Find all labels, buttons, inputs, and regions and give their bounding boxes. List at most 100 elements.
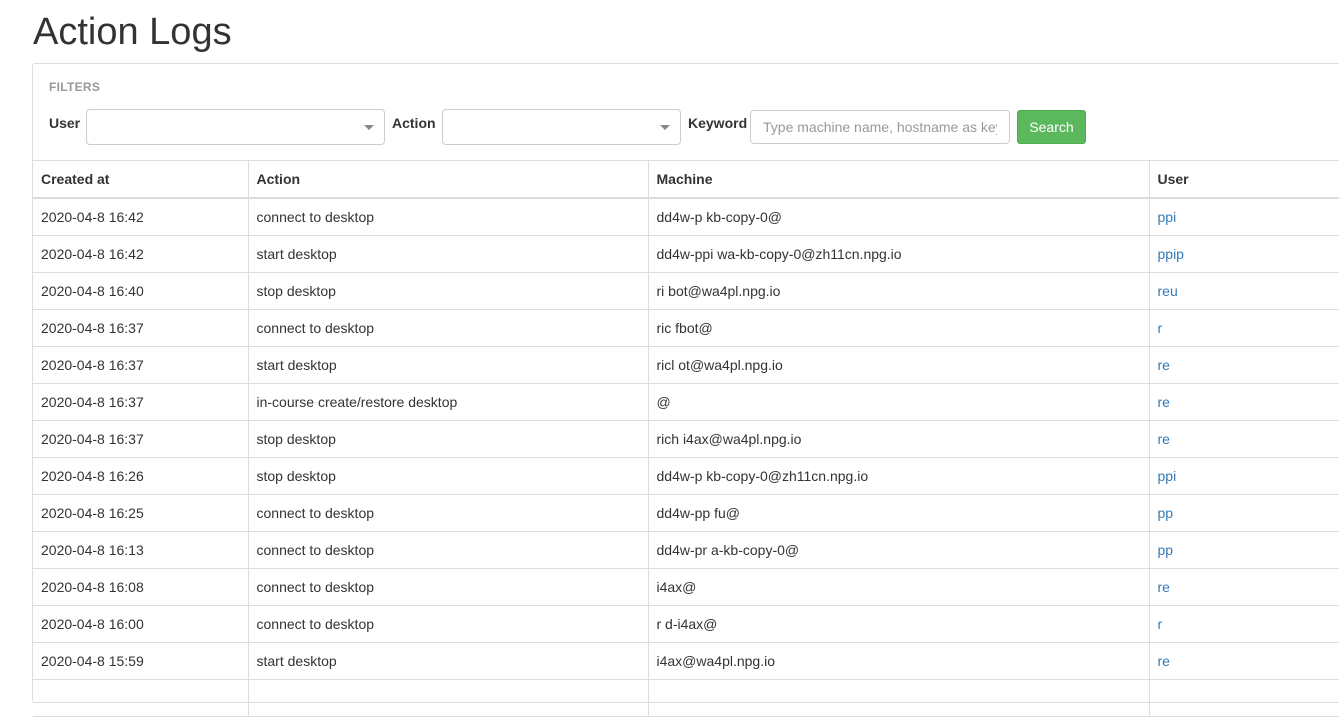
cell-machine: dd4w-p kb-copy-0@zh11cn.npg.io bbox=[647, 457, 1149, 495]
cell-created-at: 2020-04-8 15:59 bbox=[33, 642, 248, 680]
cell-created-at: 2020-04-8 16:08 bbox=[33, 568, 248, 606]
cell-machine: i4ax@wa4pl.npg.io bbox=[647, 642, 1149, 680]
column-header-action: Action bbox=[247, 160, 648, 199]
page-title: Action Logs bbox=[33, 11, 232, 53]
cell-created-at: 2020-04-8 16:00 bbox=[33, 605, 248, 643]
user-link[interactable]: ppip bbox=[1158, 246, 1184, 262]
cell-action: in-course create/restore desktop bbox=[247, 383, 648, 421]
user-filter-label: User bbox=[49, 115, 81, 131]
cell-machine: ric fbot@ bbox=[647, 309, 1149, 347]
cell-action: start desktop bbox=[247, 346, 648, 384]
search-button[interactable]: Search bbox=[1017, 110, 1086, 144]
cell-machine: @ bbox=[647, 383, 1149, 421]
user-link[interactable]: pp bbox=[1158, 505, 1174, 521]
table-header-row: Created at Action Machine User bbox=[33, 160, 1339, 199]
table-row: 2020-04-8 16:37 stop desktop rich i4ax@wa4… bbox=[33, 420, 1339, 458]
cell-machine: rich i4ax@wa4pl.npg.io bbox=[647, 420, 1149, 458]
user-link[interactable]: re bbox=[1158, 394, 1170, 410]
user-link[interactable]: ppi bbox=[1158, 209, 1177, 225]
table-row: 2020-04-8 16:00 connect to desktop r d-i4a… bbox=[33, 605, 1339, 643]
cell-action: stop desktop bbox=[247, 420, 648, 458]
column-header-created-at: Created at bbox=[33, 160, 248, 199]
table-row: 2020-04-8 15:59 start desktop i4ax@wa4pl.n… bbox=[33, 642, 1339, 680]
cell-action: start desktop bbox=[247, 642, 648, 680]
table-body: 2020-04-8 16:42 connect to desktop dd4w-p … bbox=[33, 198, 1339, 717]
cell-machine: r d-i4ax@ bbox=[647, 605, 1149, 643]
cell-created-at: 2020-04-8 16:37 bbox=[33, 346, 248, 384]
cell-action: connect to desktop bbox=[247, 198, 648, 236]
cell-action: stop desktop bbox=[247, 272, 648, 310]
cell-machine: dd4w-p kb-copy-0@ bbox=[647, 198, 1149, 236]
cell-machine: dd4w-ppi wa-kb-copy-0@zh11cn.npg.io bbox=[647, 235, 1149, 273]
cell-created-at: 2020-04-8 16:13 bbox=[33, 531, 248, 569]
table-row: 2020-04-8 16:42 connect to desktop dd4w-p … bbox=[33, 198, 1339, 236]
table-row: 2020-04-8 16:42 start desktop dd4w-ppi wa-… bbox=[33, 235, 1339, 273]
action-logs-table: Created at Action Machine User 2020-04-8… bbox=[33, 160, 1339, 717]
cell-user: r bbox=[1148, 605, 1339, 643]
cell-machine: ri bot@wa4pl.npg.io bbox=[647, 272, 1149, 310]
user-link[interactable]: pp bbox=[1158, 542, 1174, 558]
cell-user: ppi bbox=[1148, 457, 1339, 495]
cell-user: r bbox=[1148, 309, 1339, 347]
cell-user: re bbox=[1148, 383, 1339, 421]
filters-heading: FILTERS bbox=[49, 80, 101, 94]
cell-action: connect to desktop bbox=[247, 494, 648, 532]
user-filter-select[interactable] bbox=[86, 109, 385, 145]
table-row: 2020-04-8 16:26 stop desktop dd4w-p kb-cop… bbox=[33, 457, 1339, 495]
cell-user: re bbox=[1148, 420, 1339, 458]
cell-created-at: 2020-04-8 16:37 bbox=[33, 309, 248, 347]
user-link[interactable]: re bbox=[1158, 357, 1170, 373]
cell-machine: dd4w-pr a-kb-copy-0@ bbox=[647, 531, 1149, 569]
cell-user: pp bbox=[1148, 494, 1339, 532]
cell-user: re bbox=[1148, 642, 1339, 680]
cell-created-at: 2020-04-8 16:25 bbox=[33, 494, 248, 532]
table-row: 2020-04-8 16:13 connect to desktop dd4w-pr… bbox=[33, 531, 1339, 569]
cell-action bbox=[247, 679, 648, 717]
cell-user: pp bbox=[1148, 531, 1339, 569]
user-link[interactable]: re bbox=[1158, 653, 1170, 669]
cell-user: re bbox=[1148, 346, 1339, 384]
action-filter-select[interactable] bbox=[442, 109, 681, 145]
cell-action: connect to desktop bbox=[247, 568, 648, 606]
user-link[interactable]: reu bbox=[1158, 283, 1178, 299]
cell-action: start desktop bbox=[247, 235, 648, 273]
cell-action: connect to desktop bbox=[247, 531, 648, 569]
table-row: 2020-04-8 16:40 stop desktop ri bot@wa4pl.… bbox=[33, 272, 1339, 310]
cell-created-at: 2020-04-8 16:40 bbox=[33, 272, 248, 310]
chevron-down-icon bbox=[364, 125, 374, 130]
action-filter-label: Action bbox=[392, 115, 436, 131]
cell-created-at: 2020-04-8 16:42 bbox=[33, 198, 248, 236]
cell-user: ppi bbox=[1148, 198, 1339, 236]
table-row: 2020-04-8 16:37 in-course create/restore … bbox=[33, 383, 1339, 421]
cell-action: stop desktop bbox=[247, 457, 648, 495]
column-header-user: User bbox=[1148, 160, 1339, 199]
user-link[interactable]: re bbox=[1158, 579, 1170, 595]
user-link[interactable]: r bbox=[1158, 320, 1163, 336]
cell-action: connect to desktop bbox=[247, 605, 648, 643]
cell-machine: i4ax@ bbox=[647, 568, 1149, 606]
column-header-machine: Machine bbox=[647, 160, 1149, 199]
cell-machine: ricl ot@wa4pl.npg.io bbox=[647, 346, 1149, 384]
cell-created-at: 2020-04-8 16:37 bbox=[33, 420, 248, 458]
keyword-input[interactable] bbox=[750, 110, 1010, 144]
table-row: 2020-04-8 16:37 start desktop ricl ot@wa4p… bbox=[33, 346, 1339, 384]
cell-created-at: 2020-04-8 16:37 bbox=[33, 383, 248, 421]
cell-user: re bbox=[1148, 568, 1339, 606]
cell-user bbox=[1148, 679, 1339, 717]
user-link[interactable]: ppi bbox=[1158, 468, 1177, 484]
user-link[interactable]: r bbox=[1158, 616, 1163, 632]
keyword-filter-label: Keyword bbox=[688, 115, 748, 131]
cell-user: reu bbox=[1148, 272, 1339, 310]
cell-created-at bbox=[33, 679, 248, 717]
table-row: 2020-04-8 16:25 connect to desktop dd4w-pp… bbox=[33, 494, 1339, 532]
user-link[interactable]: re bbox=[1158, 431, 1170, 447]
cell-machine bbox=[647, 679, 1149, 717]
cell-machine: dd4w-pp fu@ bbox=[647, 494, 1149, 532]
cell-created-at: 2020-04-8 16:42 bbox=[33, 235, 248, 273]
chevron-down-icon bbox=[660, 125, 670, 130]
cell-created-at: 2020-04-8 16:26 bbox=[33, 457, 248, 495]
cell-action: connect to desktop bbox=[247, 309, 648, 347]
filters-and-results-panel: FILTERS User Action Keyword Search Creat… bbox=[32, 63, 1339, 717]
cell-user: ppip bbox=[1148, 235, 1339, 273]
table-row: 2020-04-8 16:37 connect to desktop ric fbo… bbox=[33, 309, 1339, 347]
